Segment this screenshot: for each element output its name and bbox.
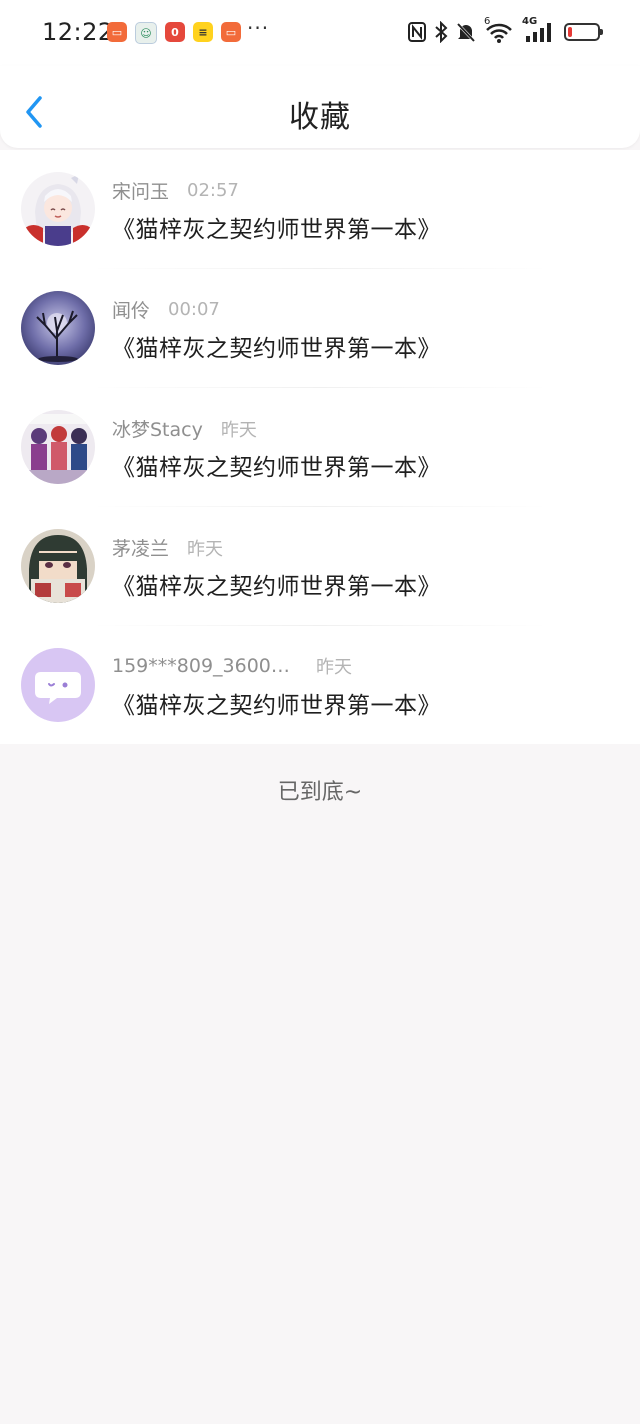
bluetooth-icon bbox=[435, 21, 448, 43]
favorite-item[interactable]: 159***809_36007... 昨天 《猫梓灰之契约师世界第一本》 bbox=[0, 626, 640, 745]
favorite-content: 《猫梓灰之契约师世界第一本》 bbox=[112, 693, 441, 719]
favorites-list: 宋问玉 02:57 《猫梓灰之契约师世界第一本》 闻伶 00:07 《猫梓灰之契… bbox=[0, 150, 640, 744]
item-meta: 茅凌兰 昨天 bbox=[112, 534, 223, 561]
app-notification-icon: 0 bbox=[165, 22, 185, 42]
4g-signal-icon: 4G bbox=[522, 16, 552, 44]
item-meta: 宋问玉 02:57 bbox=[112, 177, 239, 204]
user-name: 宋问玉 bbox=[112, 181, 170, 203]
mute-icon bbox=[456, 22, 476, 43]
user-name: 闻伶 bbox=[112, 300, 151, 322]
avatar[interactable] bbox=[21, 291, 95, 365]
item-meta: 冰梦Stacy 昨天 bbox=[112, 415, 257, 442]
more-notifications-icon: ··· bbox=[247, 16, 270, 40]
app-notification-icon: ▭ bbox=[221, 22, 241, 42]
favorite-item[interactable]: 茅凌兰 昨天 《猫梓灰之契约师世界第一本》 bbox=[0, 507, 640, 626]
item-meta: 159***809_36007... 昨天 bbox=[112, 653, 352, 679]
avatar[interactable] bbox=[21, 529, 95, 603]
item-meta: 闻伶 00:07 bbox=[112, 296, 220, 323]
user-name: 茅凌兰 bbox=[112, 538, 170, 560]
app-notification-icon: ≡ bbox=[193, 22, 213, 42]
favorite-content: 《猫梓灰之契约师世界第一本》 bbox=[112, 336, 441, 362]
user-name: 159***809_36007... bbox=[112, 655, 298, 677]
end-of-list-text: 已到底~ bbox=[277, 780, 363, 805]
top-navigation-bar: 收藏 bbox=[0, 66, 640, 148]
status-bar: 12:22 ▭ ☺ 0 ≡ ▭ ··· 6 4G bbox=[0, 0, 640, 66]
timestamp: 00:07 bbox=[168, 299, 220, 320]
avatar[interactable] bbox=[21, 648, 95, 722]
avatar[interactable] bbox=[21, 172, 95, 246]
favorite-item[interactable]: 宋问玉 02:57 《猫梓灰之契约师世界第一本》 bbox=[0, 150, 640, 269]
wifi-icon: 6 bbox=[484, 16, 514, 44]
app-notification-icon: ▭ bbox=[107, 22, 127, 42]
signal-label: 4G bbox=[522, 16, 538, 27]
favorite-content: 《猫梓灰之契约师世界第一本》 bbox=[112, 574, 441, 600]
status-time: 12:22 bbox=[42, 18, 114, 46]
nfc-icon bbox=[408, 22, 426, 42]
battery-icon bbox=[564, 23, 603, 41]
page-title: 收藏 bbox=[289, 100, 351, 135]
favorite-content: 《猫梓灰之契约师世界第一本》 bbox=[112, 217, 441, 243]
default-avatar-icon bbox=[21, 648, 95, 722]
timestamp: 02:57 bbox=[187, 180, 239, 201]
user-name: 冰梦Stacy bbox=[112, 419, 203, 441]
favorite-item[interactable]: 冰梦Stacy 昨天 《猫梓灰之契约师世界第一本》 bbox=[0, 388, 640, 507]
app-notification-icon: ☺ bbox=[135, 22, 157, 44]
favorite-content: 《猫梓灰之契约师世界第一本》 bbox=[112, 455, 441, 481]
favorite-item[interactable]: 闻伶 00:07 《猫梓灰之契约师世界第一本》 bbox=[0, 269, 640, 388]
avatar[interactable] bbox=[21, 410, 95, 484]
notification-icons: ▭ ☺ 0 ≡ ▭ bbox=[107, 22, 241, 44]
wifi-label: 6 bbox=[484, 16, 491, 27]
timestamp: 昨天 bbox=[316, 657, 352, 678]
system-icons: 6 4G bbox=[408, 16, 603, 44]
timestamp: 昨天 bbox=[187, 538, 224, 560]
timestamp: 昨天 bbox=[220, 419, 257, 441]
